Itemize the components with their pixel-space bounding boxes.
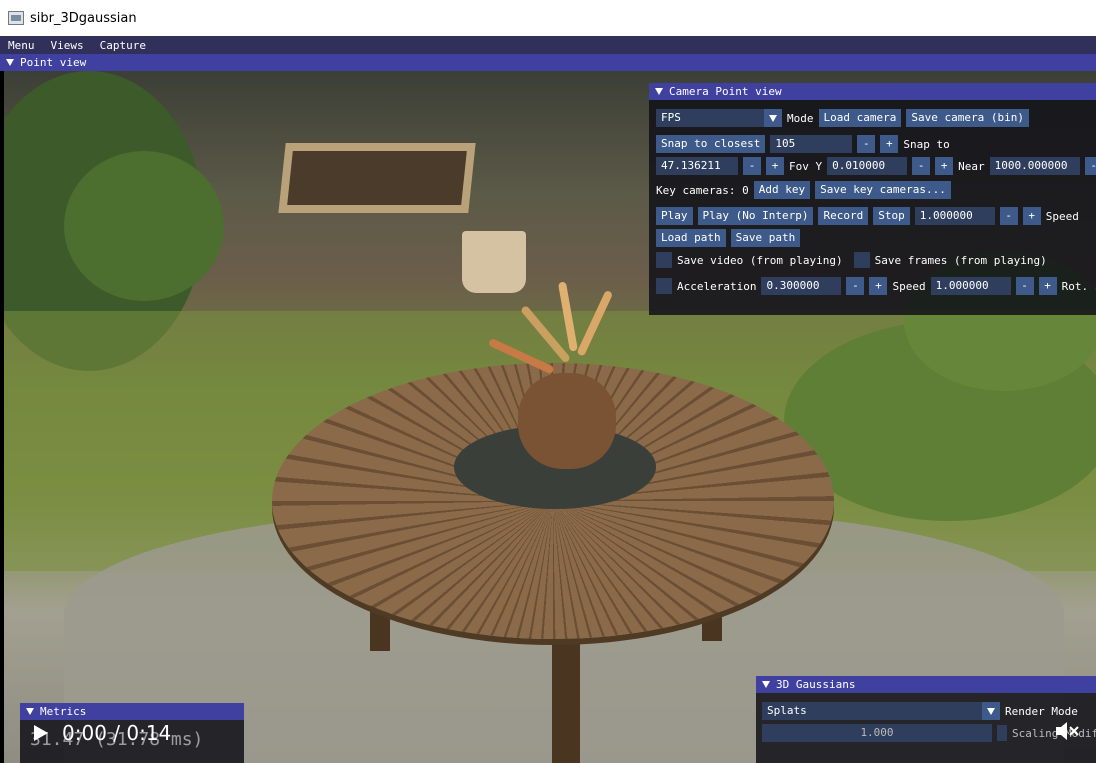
scaling-checkbox[interactable] [997, 725, 1007, 741]
playback-speed-input[interactable]: 1.000000 [914, 207, 995, 225]
move-speed-decrement-button[interactable]: - [1015, 277, 1034, 295]
snap-index-input[interactable]: 105 [770, 135, 853, 153]
move-speed-input[interactable]: 1.000000 [930, 277, 1011, 295]
chevron-down-icon[interactable] [764, 109, 782, 127]
load-path-button[interactable]: Load path [656, 229, 726, 247]
mode-dropdown[interactable]: FPS [656, 109, 782, 127]
scaling-modifier-slider[interactable]: 1.000 [762, 724, 992, 742]
collapse-arrow-icon[interactable] [26, 708, 34, 715]
move-speed-increment-button[interactable]: + [1038, 277, 1057, 295]
point-view-header[interactable]: Point view [0, 54, 1096, 71]
save-frames-checkbox[interactable] [853, 252, 870, 268]
metrics-panel-title: Metrics [40, 705, 87, 718]
metrics-panel-titlebar[interactable]: Metrics [20, 703, 244, 720]
window-titlebar: sibr_3Dgaussian [0, 0, 1096, 36]
chevron-down-icon[interactable] [982, 702, 1000, 720]
speed-decrement-button[interactable]: - [999, 207, 1018, 225]
camera-point-view-panel: Camera Point view FPS Mode Load camera S… [649, 83, 1096, 315]
play-icon[interactable] [34, 725, 48, 741]
window-title: sibr_3Dgaussian [30, 10, 137, 26]
speed-2-label: Speed [892, 279, 926, 293]
save-path-button[interactable]: Save path [730, 229, 801, 247]
speed-increment-button[interactable]: + [1022, 207, 1041, 225]
fov-decrement-button[interactable]: - [743, 157, 761, 175]
app-icon [8, 11, 24, 25]
load-camera-button[interactable]: Load camera [818, 109, 902, 127]
render-mode-dropdown[interactable]: Splats [762, 702, 1000, 720]
table-leg-center [552, 631, 580, 763]
snap-to-closest-button[interactable]: Snap to closest [656, 135, 766, 153]
menu-item-views[interactable]: Views [43, 39, 92, 52]
snap-decrement-button[interactable]: - [857, 135, 876, 153]
render-mode-label: Render Mode [1005, 704, 1078, 718]
fov-y-input[interactable]: 47.136211 [656, 157, 738, 175]
mute-icon[interactable] [1054, 719, 1080, 743]
rotation-speed-label: Rot. s [1061, 279, 1096, 293]
add-key-button[interactable]: Add key [753, 181, 811, 199]
near-input[interactable]: 0.010000 [827, 157, 908, 175]
near-increment-button[interactable]: + [935, 157, 954, 175]
gaussians-panel-title: 3D Gaussians [776, 678, 856, 691]
near-label: Near [958, 159, 985, 173]
near-decrement-button[interactable]: - [912, 157, 931, 175]
play-no-interp-button[interactable]: Play (No Interp) [697, 207, 814, 225]
acceleration-decrement-button[interactable]: - [846, 277, 865, 295]
plant-pot [462, 231, 526, 293]
fov-increment-button[interactable]: + [766, 157, 784, 175]
menu-item-capture[interactable]: Capture [92, 39, 154, 52]
menu-item-menu[interactable]: Menu [0, 39, 43, 52]
gaussians-panel-titlebar[interactable]: 3D Gaussians [756, 676, 1096, 693]
save-frames-label: Save frames (from playing) [874, 253, 1047, 267]
speed-label: Speed [1045, 209, 1079, 223]
video-time: 0:00 / 0:14 [62, 721, 172, 745]
point-view-title: Point view [20, 56, 87, 69]
collapse-arrow-icon[interactable] [6, 59, 14, 66]
far-decrement-button[interactable]: - [1084, 157, 1096, 175]
shrub-left-2 [64, 151, 224, 301]
record-button[interactable]: Record [818, 207, 869, 225]
mode-select-value[interactable]: FPS [656, 109, 764, 127]
play-button[interactable]: Play [656, 207, 693, 225]
menu-bar: Menu Views Capture [0, 36, 1096, 54]
acceleration-increment-button[interactable]: + [869, 277, 888, 295]
save-video-label: Save video (from playing) [677, 253, 843, 267]
key-cameras-count: Key cameras: 0 [656, 183, 749, 197]
save-key-cameras-button[interactable]: Save key cameras... [815, 181, 951, 199]
stop-button[interactable]: Stop [873, 207, 910, 225]
video-controls: 0:00 / 0:14 [34, 721, 171, 745]
collapse-arrow-icon[interactable] [762, 681, 770, 688]
snap-to-label: Snap to [903, 137, 950, 151]
acceleration-label: Acceleration [677, 279, 757, 293]
save-video-checkbox[interactable] [656, 252, 672, 268]
render-mode-value[interactable]: Splats [762, 702, 982, 720]
gaussians-panel: 3D Gaussians Splats Render Mode 1.000 Sc… [756, 676, 1096, 763]
camera-panel-titlebar[interactable]: Camera Point view [649, 83, 1096, 100]
mode-label: Mode [787, 111, 814, 125]
save-camera-button[interactable]: Save camera (bin) [906, 109, 1029, 127]
acceleration-input[interactable]: 0.300000 [761, 277, 842, 295]
collapse-arrow-icon[interactable] [655, 88, 663, 95]
coconut-vase [518, 373, 616, 469]
camera-panel-title: Camera Point view [669, 85, 782, 98]
snap-increment-button[interactable]: + [880, 135, 899, 153]
raised-garden-bed [278, 143, 476, 213]
acceleration-checkbox[interactable] [656, 278, 672, 294]
fov-y-label: Fov Y [789, 159, 823, 173]
far-input[interactable]: 1000.000000 [989, 157, 1080, 175]
render-viewport[interactable]: Camera Point view FPS Mode Load camera S… [4, 71, 1096, 763]
